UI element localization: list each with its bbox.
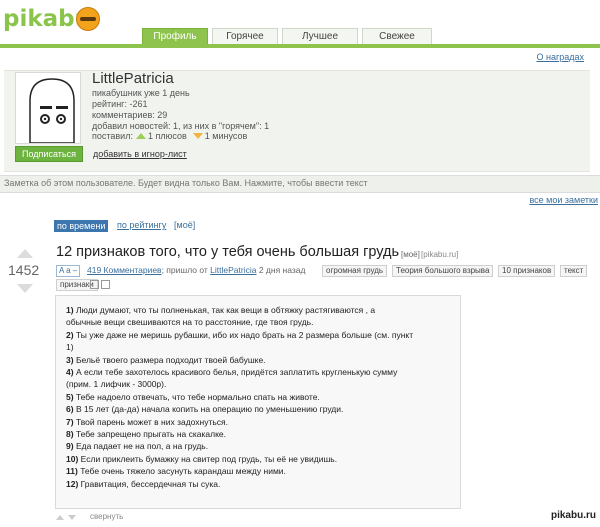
- tag[interactable]: 10 признаков: [498, 265, 556, 277]
- header: pikabu Профиль Горячее Лучшее Свежее: [0, 0, 600, 48]
- post-text: 1) Люди думают, что ты полненькая, так к…: [66, 304, 451, 490]
- profile-since: пикабушник уже 1 день: [92, 88, 190, 98]
- post-line: 6) В 15 лет (да-да) начала копить на опе…: [66, 404, 344, 415]
- plus-arrow-icon: [135, 133, 146, 139]
- downvote-arrow-icon[interactable]: [17, 284, 33, 293]
- post-mine-label[interactable]: [моё]: [401, 250, 420, 259]
- profile-news: добавил новостей: 1, из них в "горячем":…: [92, 121, 270, 131]
- avatar: [15, 72, 81, 144]
- minus-arrow-icon: [192, 133, 203, 139]
- save-icon[interactable]: [90, 280, 99, 289]
- post-line: 12) Гравитация, бессердечная ты сука.: [66, 478, 221, 489]
- votes-prefix: поставил:: [92, 131, 133, 141]
- header-divider: [0, 44, 600, 48]
- post-line: 8) Тебе запрещено прыгать на скакалке.: [66, 429, 226, 440]
- post-line: 1): [66, 342, 74, 353]
- small-upvote-icon[interactable]: [56, 515, 64, 520]
- post-line: 5) Тебе надоело отвечать, что тебе норма…: [66, 391, 320, 402]
- post-line: 4) А если тебе захотелось красивого бель…: [66, 367, 398, 378]
- avatar-face-icon: [29, 78, 75, 144]
- post-line: 7) Твой парень может в них задохнуться.: [66, 416, 229, 427]
- font-size-button[interactable]: A a –: [56, 265, 81, 277]
- profile-votes: поставил: 1 плюсов 1 минусов: [92, 131, 247, 141]
- subscribe-button[interactable]: Подписаться: [15, 146, 83, 162]
- sort-by-time-button[interactable]: по времени: [54, 220, 109, 232]
- post-title[interactable]: 12 признаков того, что у тебя очень боль…: [56, 244, 399, 260]
- comments-link[interactable]: 419 Комментариев: [87, 265, 162, 275]
- votes-plus: 1 плюсов: [147, 131, 187, 141]
- upvote-arrow-icon[interactable]: [17, 249, 33, 258]
- post-rating: 1452: [8, 262, 40, 278]
- all-notes-link[interactable]: все мои заметки: [529, 195, 598, 205]
- post-content: 1) Люди думают, что ты полненькая, так к…: [55, 295, 461, 509]
- watermark: pikabu.ru: [550, 510, 596, 521]
- awards-link[interactable]: О наградах: [536, 52, 584, 62]
- votes-minus: 1 минусов: [204, 131, 248, 141]
- sort-mine-link[interactable]: [моё]: [174, 220, 195, 230]
- ignore-list-link[interactable]: добавить в игнор-лист: [93, 149, 187, 159]
- post-time: 2 дня назад: [258, 265, 306, 275]
- post-line: 1) Люди думают, что ты полненькая, так к…: [66, 305, 376, 315]
- small-downvote-icon[interactable]: [68, 515, 76, 520]
- post-line: 9) Еда падает не на пол, а на грудь.: [66, 441, 209, 452]
- post-line: 3) Бельё твоего размера подходит твоей б…: [66, 354, 266, 365]
- post-line: обычные вещи свешиваются на то расстояни…: [66, 317, 314, 328]
- posted-prefix: ; пришло от: [161, 265, 208, 275]
- sort-by-rating-link[interactable]: по рейтингу: [117, 220, 166, 230]
- author-link[interactable]: LittlePatricia: [210, 265, 256, 275]
- post-line: 10) Если приклеить бумажку на свитер под…: [66, 453, 338, 464]
- tag[interactable]: текст: [560, 265, 588, 277]
- user-note-field[interactable]: Заметка об этом пользователе. Будет видн…: [0, 175, 600, 193]
- collapse-link[interactable]: свернуть: [90, 512, 123, 521]
- post-line: 2) Ты уже даже не меришь рубашки, ибо их…: [66, 329, 414, 340]
- post-meta: 419 Комментариев; пришло от LittlePatric…: [87, 265, 305, 275]
- user-note-placeholder: Заметка об этом пользователе. Будет видн…: [4, 178, 368, 188]
- expand-icon[interactable]: [101, 280, 110, 289]
- post-line: (прим. 1 лифчик - 3000р).: [66, 379, 167, 390]
- profile-comments: комментариев: 29: [92, 110, 168, 120]
- profile-username: LittlePatricia: [92, 70, 174, 87]
- tag[interactable]: Теория большого взрыва: [392, 265, 494, 277]
- post-line: 11) Тебе очень тяжело засунуть карандаш …: [66, 466, 286, 477]
- logo-pickle-icon: [76, 7, 100, 31]
- post-domain: [pikabu.ru]: [421, 250, 459, 259]
- tag[interactable]: огромная грудь: [322, 265, 388, 277]
- profile-rating: рейтинг: -261: [92, 99, 148, 109]
